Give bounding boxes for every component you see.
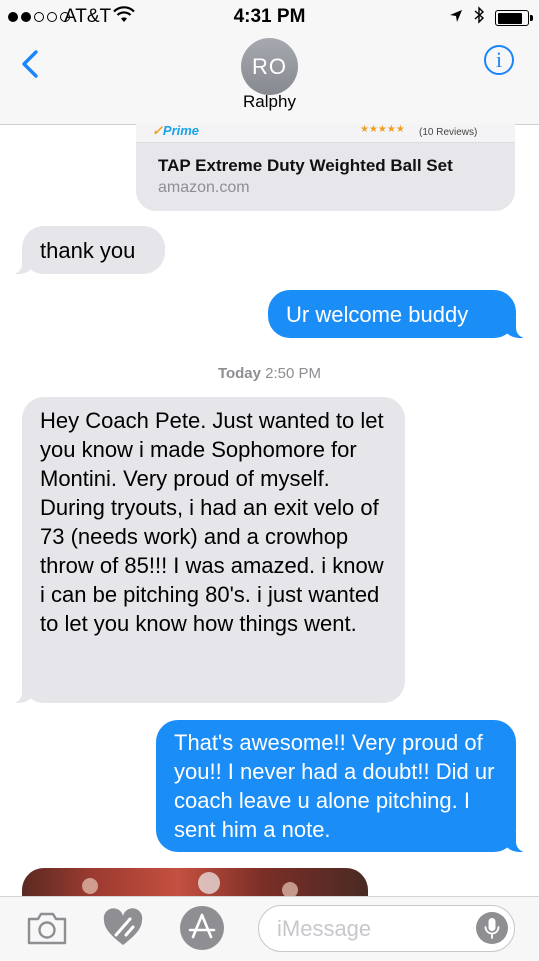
link-preview-domain: amazon.com [158, 179, 250, 196]
digital-touch-icon[interactable] [100, 905, 146, 956]
rating-stars-icon: ★★★★★ [360, 124, 405, 135]
microphone-button[interactable] [476, 912, 508, 944]
review-count: (10 Reviews) [419, 127, 478, 138]
camera-icon[interactable] [24, 907, 70, 954]
contact-avatar[interactable]: RO [241, 38, 298, 95]
message-text: Hey Coach Pete. Just wanted to let you k… [40, 408, 384, 636]
check-icon: ✓ [152, 124, 163, 138]
message-input-field[interactable] [258, 905, 515, 952]
message-bubble-outgoing[interactable]: That's awesome!! Very proud of you!! I n… [156, 720, 539, 852]
conversation-header: RO Ralphy i [0, 36, 539, 125]
bluetooth-icon [473, 6, 485, 30]
back-button[interactable] [16, 44, 46, 84]
microphone-icon [484, 918, 500, 939]
message-input[interactable] [275, 906, 469, 952]
message-bubble-incoming[interactable]: Hey Coach Pete. Just wanted to let you k… [0, 397, 405, 703]
message-text: That's awesome!! Very proud of you!! I n… [174, 730, 495, 842]
message-bubble-outgoing[interactable]: Ur welcome buddy [268, 290, 539, 338]
compose-bar [0, 896, 539, 961]
status-bar: AT&T 4:31 PM [0, 0, 539, 36]
location-arrow-icon [449, 7, 463, 29]
chevron-left-icon [22, 50, 38, 78]
message-text: thank you [40, 238, 136, 263]
link-preview-card[interactable]: ✓Prime ★★★★★ (10 Reviews) TAP Extreme Du… [136, 124, 515, 211]
link-preview-meta: ✓Prime ★★★★★ (10 Reviews) [136, 124, 515, 143]
message-timestamp: Today 2:50 PM [217, 365, 322, 382]
app-store-icon[interactable] [178, 904, 226, 957]
battery-icon [495, 10, 533, 26]
photo-message[interactable] [22, 868, 368, 896]
contact-name[interactable]: Ralphy [0, 92, 539, 112]
link-preview-title: TAP Extreme Duty Weighted Ball Set [158, 156, 453, 175]
message-list[interactable]: ✓Prime ★★★★★ (10 Reviews) TAP Extreme Du… [0, 124, 539, 896]
prime-badge: ✓Prime [152, 124, 200, 138]
info-button[interactable]: i [484, 45, 514, 75]
message-text: Ur welcome buddy [286, 302, 469, 327]
message-bubble-incoming[interactable]: thank you [0, 226, 165, 274]
